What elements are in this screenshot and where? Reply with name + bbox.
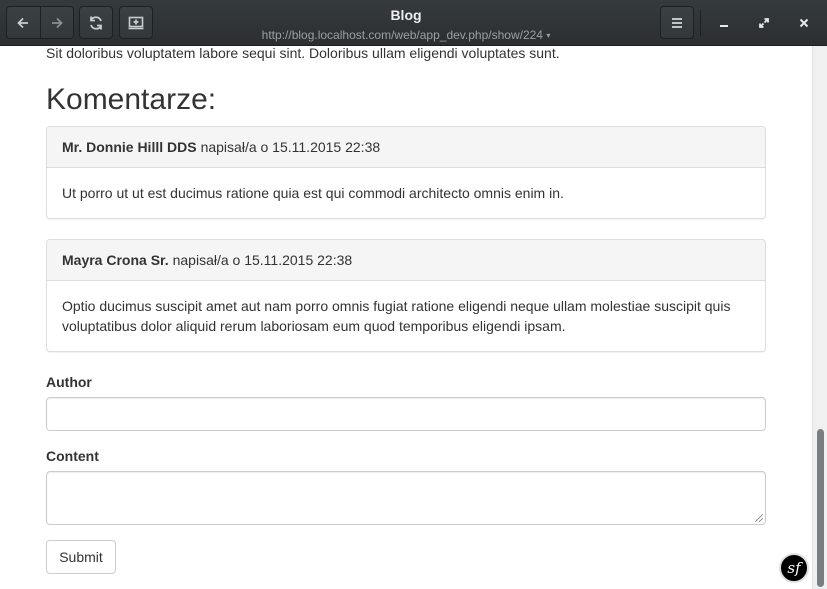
comment-heading: Mayra Crona Sr. napisał/a o 15.11.2015 2… bbox=[47, 240, 765, 281]
bookmark-add-button[interactable] bbox=[119, 6, 153, 39]
resize-handle[interactable] bbox=[755, 514, 763, 522]
window-title: Blog bbox=[390, 7, 422, 23]
symfony-glyph: sf bbox=[787, 559, 801, 577]
reload-button[interactable] bbox=[79, 6, 113, 39]
reload-icon bbox=[90, 15, 102, 30]
comments-heading: Komentarze: bbox=[46, 83, 217, 116]
vertical-scrollbar[interactable] bbox=[812, 46, 827, 589]
navigation-group bbox=[6, 6, 74, 39]
minimize-button[interactable] bbox=[714, 13, 734, 33]
hamburger-menu-icon bbox=[672, 17, 682, 28]
comment-panel: Mayra Crona Sr. napisał/a o 15.11.2015 2… bbox=[46, 239, 766, 352]
arrow-left-icon bbox=[17, 17, 29, 28]
bookmark-add-icon bbox=[128, 16, 144, 29]
scrollbar-thumb[interactable] bbox=[817, 429, 824, 587]
author-input[interactable] bbox=[46, 397, 766, 431]
minimize-icon bbox=[720, 25, 728, 27]
title-area: Blog http://blog.localhost.com/web/app_d… bbox=[200, 6, 612, 44]
page-content: Sit doloribus voluptatem labore sequi si… bbox=[0, 45, 812, 589]
arrow-right-icon bbox=[51, 17, 63, 28]
forward-button[interactable] bbox=[39, 7, 73, 38]
menu-button[interactable] bbox=[660, 6, 694, 39]
submit-button[interactable]: Submit bbox=[46, 540, 116, 574]
maximize-icon bbox=[759, 18, 769, 28]
url-label[interactable]: http://blog.localhost.com/web/app_dev.ph… bbox=[200, 27, 612, 44]
comment-author: Mayra Crona Sr. bbox=[62, 252, 169, 268]
back-button[interactable] bbox=[7, 7, 40, 38]
symfony-icon[interactable]: sf bbox=[779, 553, 809, 583]
close-button[interactable] bbox=[794, 13, 814, 33]
chevron-down-icon: ▾ bbox=[546, 30, 551, 40]
comment-body: Ut porro ut ut est ducimus ratione quia … bbox=[62, 185, 564, 201]
post-text: Sit doloribus voluptatem labore sequi si… bbox=[46, 45, 560, 61]
comment-meta: napisał/a o 15.11.2015 22:38 bbox=[200, 139, 381, 155]
content-textarea[interactable] bbox=[46, 471, 766, 525]
comment-author: Mr. Donnie Hilll DDS bbox=[62, 139, 197, 155]
maximize-button[interactable] bbox=[754, 13, 774, 33]
content-label: Content bbox=[46, 448, 99, 464]
comment-heading: Mr. Donnie Hilll DDS napisał/a o 15.11.2… bbox=[47, 127, 765, 168]
author-label: Author bbox=[46, 374, 92, 390]
comment-meta: napisał/a o 15.11.2015 22:38 bbox=[172, 252, 353, 268]
titlebar-separator bbox=[700, 10, 701, 36]
window-titlebar: Blog http://blog.localhost.com/web/app_d… bbox=[0, 0, 827, 46]
close-icon bbox=[799, 18, 809, 28]
comment-panel: Mr. Donnie Hilll DDS napisał/a o 15.11.2… bbox=[46, 126, 766, 219]
url-text: http://blog.localhost.com/web/app_dev.ph… bbox=[261, 28, 543, 42]
comment-body: Optio ducimus suscipit amet aut nam porr… bbox=[62, 298, 731, 334]
